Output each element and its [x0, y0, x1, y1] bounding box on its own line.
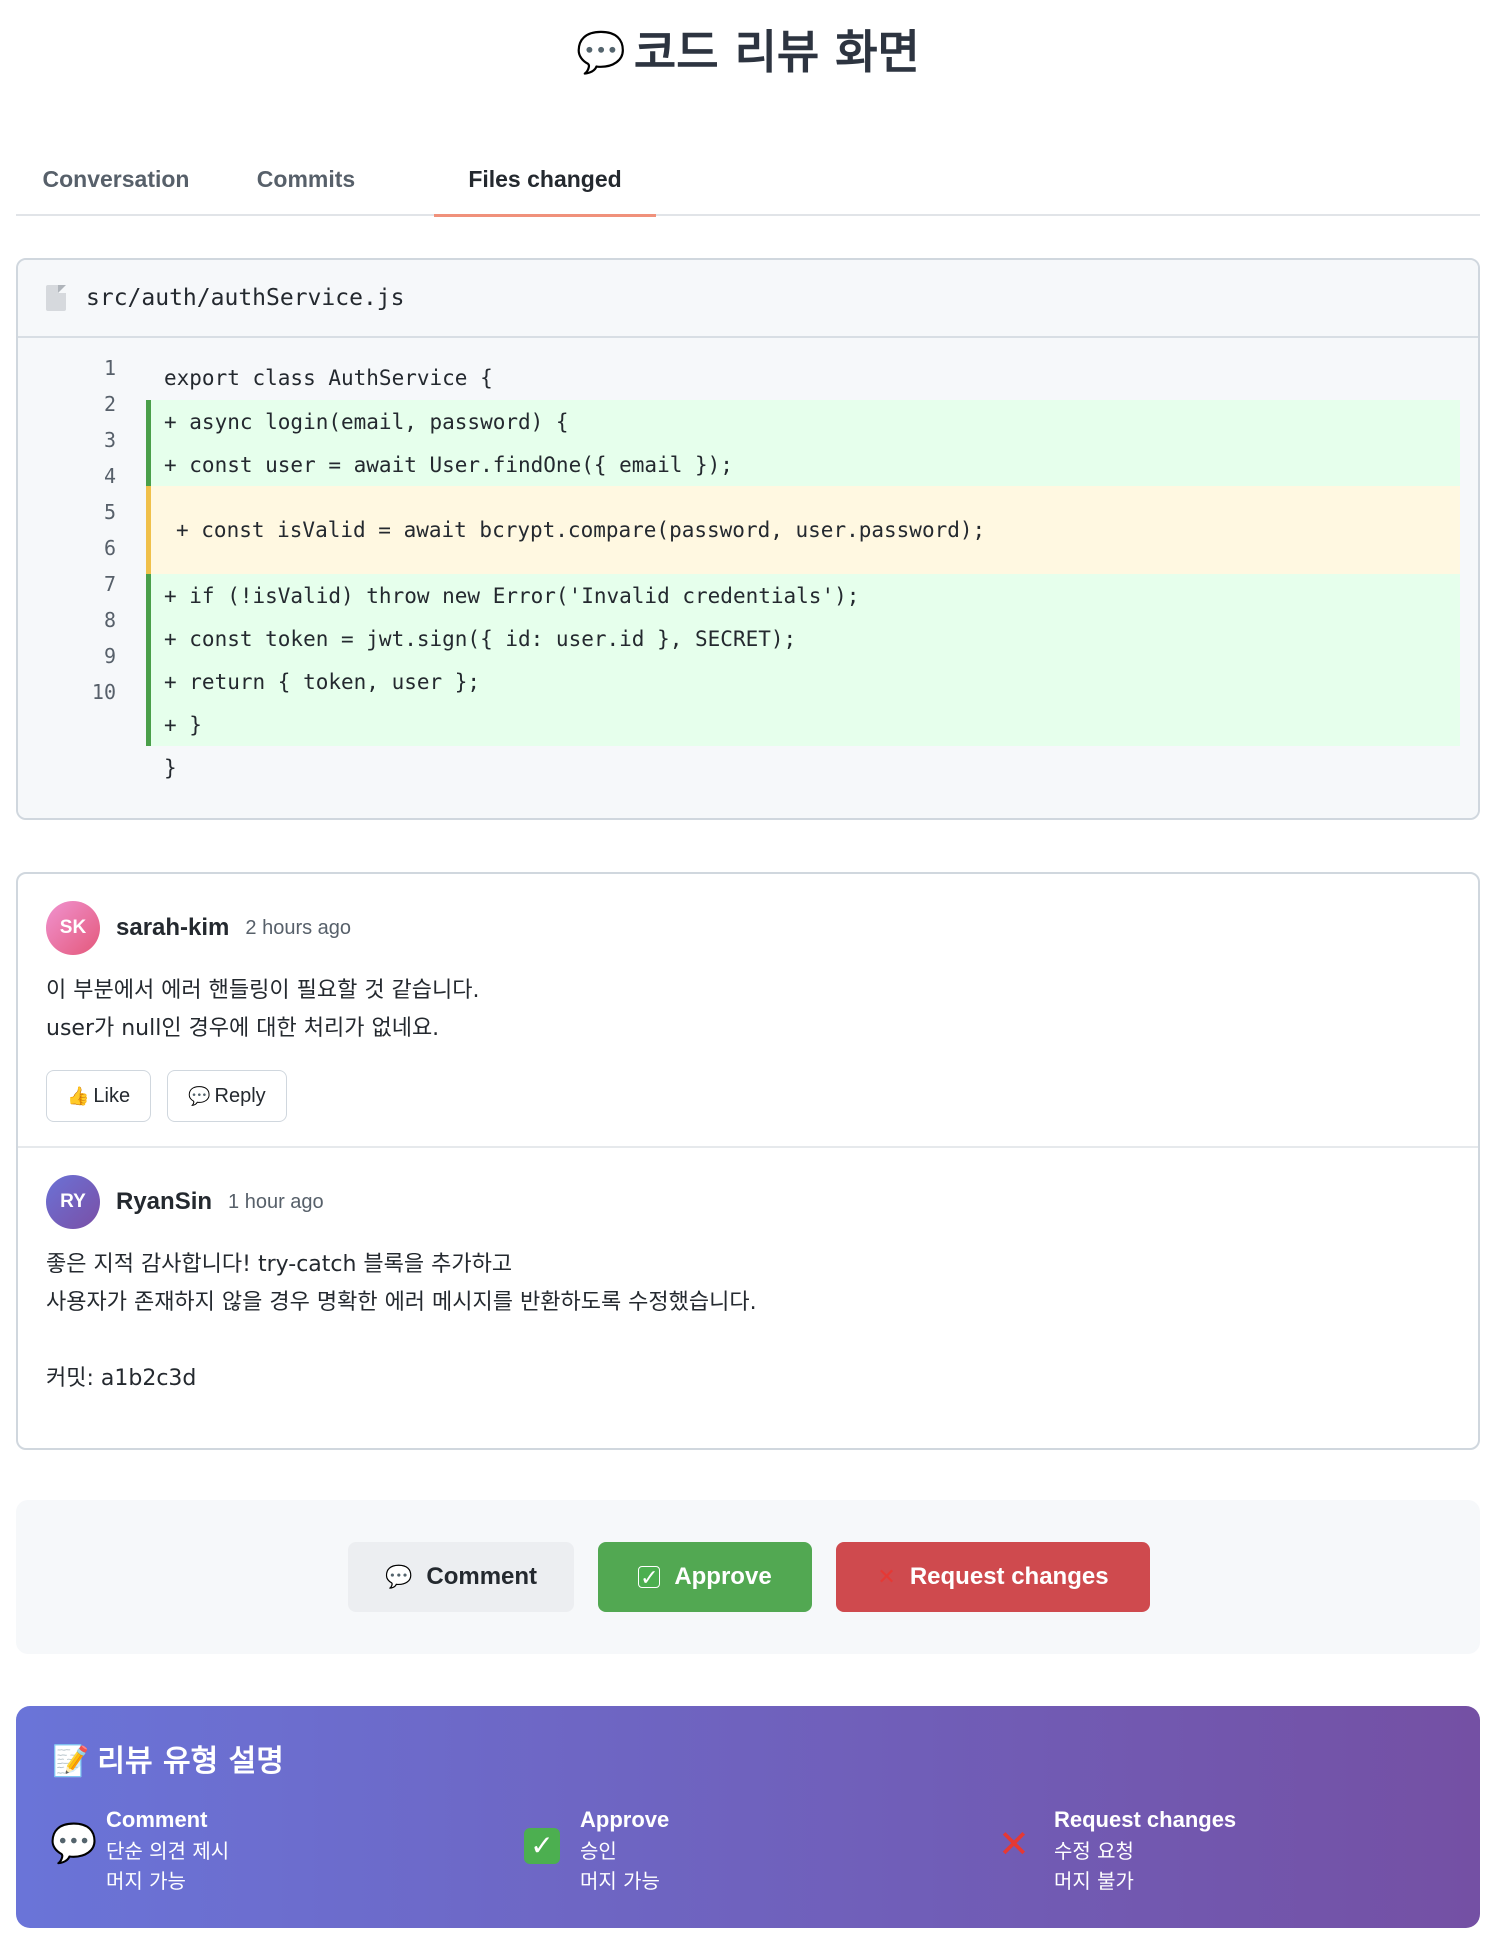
comment-actions: 👍 Like 💬 Reply	[46, 1070, 1478, 1122]
comment-author[interactable]: RyanSin	[116, 1188, 212, 1216]
speech-balloon-icon: 💬	[50, 1823, 98, 1865]
code-line-added: + return { token, user };	[146, 660, 1460, 703]
reply-button[interactable]: 💬 Reply	[167, 1070, 287, 1122]
line-number: 7	[103, 572, 116, 596]
legend-title-text: 리뷰 유형 설명	[97, 1744, 284, 1779]
comment-header: SK sarah-kim 2 hours ago	[46, 900, 1478, 956]
legend-item-name: Comment	[106, 1807, 208, 1832]
code-line-added: + }	[146, 703, 1460, 746]
line-number: 2	[103, 392, 116, 416]
like-button[interactable]: 👍 Like	[46, 1070, 152, 1122]
cross-mark-icon: ✕	[998, 1824, 1030, 1866]
code-line-added: + const user = await User.findOne({ emai…	[146, 443, 1460, 486]
code-body: 1 2 3 4 5 6 7 8 9 10 export class AuthSe…	[18, 338, 1478, 818]
legend-item-desc: 승인	[580, 1839, 617, 1863]
comment-divider	[18, 1146, 1478, 1148]
file-icon	[46, 285, 66, 311]
commit-reference: 커밋: a1b2c3d	[46, 1366, 197, 1391]
comment-thread: SK sarah-kim 2 hours ago 이 부분에서 에러 핸들링이 …	[16, 872, 1480, 1450]
page-title-text: 코드 리뷰 화면	[633, 25, 920, 79]
legend-item-desc: 머지 가능	[106, 1869, 186, 1893]
avatar: RY	[46, 1175, 100, 1229]
check-mark-icon: ✓	[638, 1565, 661, 1590]
comment-time: 2 hours ago	[245, 916, 352, 939]
line-number: 4	[103, 464, 116, 488]
comment-button[interactable]: 💬 Comment	[348, 1542, 574, 1612]
code-line-added: + if (!isValid) throw new Error('Invalid…	[146, 574, 1460, 617]
code-line: }	[164, 756, 177, 780]
request-changes-button[interactable]: ✕ Request changes	[836, 1542, 1150, 1612]
comment-header: RY RyanSin 1 hour ago	[46, 1174, 1478, 1230]
file-diff-card: src/auth/authService.js 1 2 3 4 5 6 7 8 …	[16, 258, 1480, 820]
speech-balloon-icon: 💬	[576, 30, 626, 76]
line-number: 6	[103, 536, 116, 560]
tab-conversation[interactable]: Conversation	[32, 160, 200, 216]
memo-icon: 📝	[52, 1744, 90, 1779]
comment-author[interactable]: sarah-kim	[116, 914, 229, 942]
line-number: 10	[91, 680, 116, 704]
check-mark-icon: ✓	[524, 1822, 560, 1865]
file-path: src/auth/authService.js	[86, 285, 405, 311]
speech-balloon-icon: 💬	[188, 1085, 211, 1106]
legend-item-name: Request changes	[1054, 1807, 1237, 1832]
comment-body: 좋은 지적 감사합니다! try-catch 블록을 추가하고 사용자가 존재하…	[46, 1246, 1478, 1398]
legend-item-desc: 수정 요청	[1054, 1839, 1134, 1863]
code-area: export class AuthService { + async login…	[130, 338, 1478, 818]
comment-body-line: user가 null인 경우에 대한 처리가 없네요.	[46, 1016, 440, 1041]
line-number: 1	[103, 356, 116, 380]
tab-bar: Conversation Commits Files changed	[16, 160, 1480, 217]
reply-label: Reply	[214, 1084, 266, 1107]
tab-files-changed[interactable]: Files changed	[434, 160, 656, 217]
legend-item-desc: 머지 가능	[580, 1869, 660, 1893]
code-line-added: + const token = jwt.sign({ id: user.id }…	[146, 617, 1460, 660]
legend-item-desc: 단순 의견 제시	[106, 1839, 230, 1863]
comment: RY RyanSin 1 hour ago 좋은 지적 감사합니다! try-c…	[18, 1174, 1478, 1398]
code-line: export class AuthService {	[164, 366, 493, 390]
legend-item-desc: 머지 불가	[1054, 1869, 1134, 1893]
comment: SK sarah-kim 2 hours ago 이 부분에서 에러 핸들링이 …	[18, 900, 1478, 1122]
review-action-bar: 💬 Comment ✓ Approve ✕ Request changes	[16, 1500, 1480, 1654]
speech-balloon-icon: 💬	[384, 1564, 413, 1589]
approve-button-label: Approve	[674, 1563, 772, 1590]
file-header: src/auth/authService.js	[18, 260, 1478, 338]
comment-body-line: 이 부분에서 에러 핸들링이 필요할 것 같습니다.	[46, 978, 480, 1003]
comment-button-label: Comment	[426, 1563, 538, 1590]
legend-item-name: Approve	[580, 1807, 670, 1832]
comment-body: 이 부분에서 에러 핸들링이 필요할 것 같습니다. user가 null인 경…	[46, 972, 1478, 1048]
avatar: SK	[46, 901, 100, 955]
page-title: 💬 코드 리뷰 화면	[0, 16, 1496, 82]
request-changes-button-label: Request changes	[909, 1563, 1109, 1590]
cross-mark-icon: ✕	[877, 1564, 896, 1589]
comment-body-line: 사용자가 존재하지 않을 경우 명확한 에러 메시지를 반환하도록 수정했습니다…	[46, 1290, 757, 1315]
approve-button[interactable]: ✓ Approve	[598, 1542, 812, 1612]
thumbs-up-icon: 👍	[67, 1085, 90, 1106]
code-line-added: + async login(email, password) {	[146, 400, 1460, 443]
line-number: 5	[103, 500, 116, 524]
tab-commits[interactable]: Commits	[236, 160, 376, 216]
comment-time: 1 hour ago	[228, 1190, 324, 1213]
line-number-gutter: 1 2 3 4 5 6 7 8 9 10	[18, 338, 130, 818]
code-line-highlighted[interactable]: + const isValid = await bcrypt.compare(p…	[146, 486, 1460, 574]
comment-body-line: 좋은 지적 감사합니다! try-catch 블록을 추가하고	[46, 1252, 513, 1277]
review-type-legend: 📝 리뷰 유형 설명 💬 Comment 단순 의견 제시 머지 가능 ✓ App…	[16, 1706, 1480, 1928]
like-label: Like	[93, 1084, 131, 1107]
legend-title: 📝 리뷰 유형 설명	[52, 1736, 284, 1780]
line-number: 3	[103, 428, 116, 452]
line-number: 8	[103, 608, 116, 632]
line-number: 9	[103, 644, 116, 668]
